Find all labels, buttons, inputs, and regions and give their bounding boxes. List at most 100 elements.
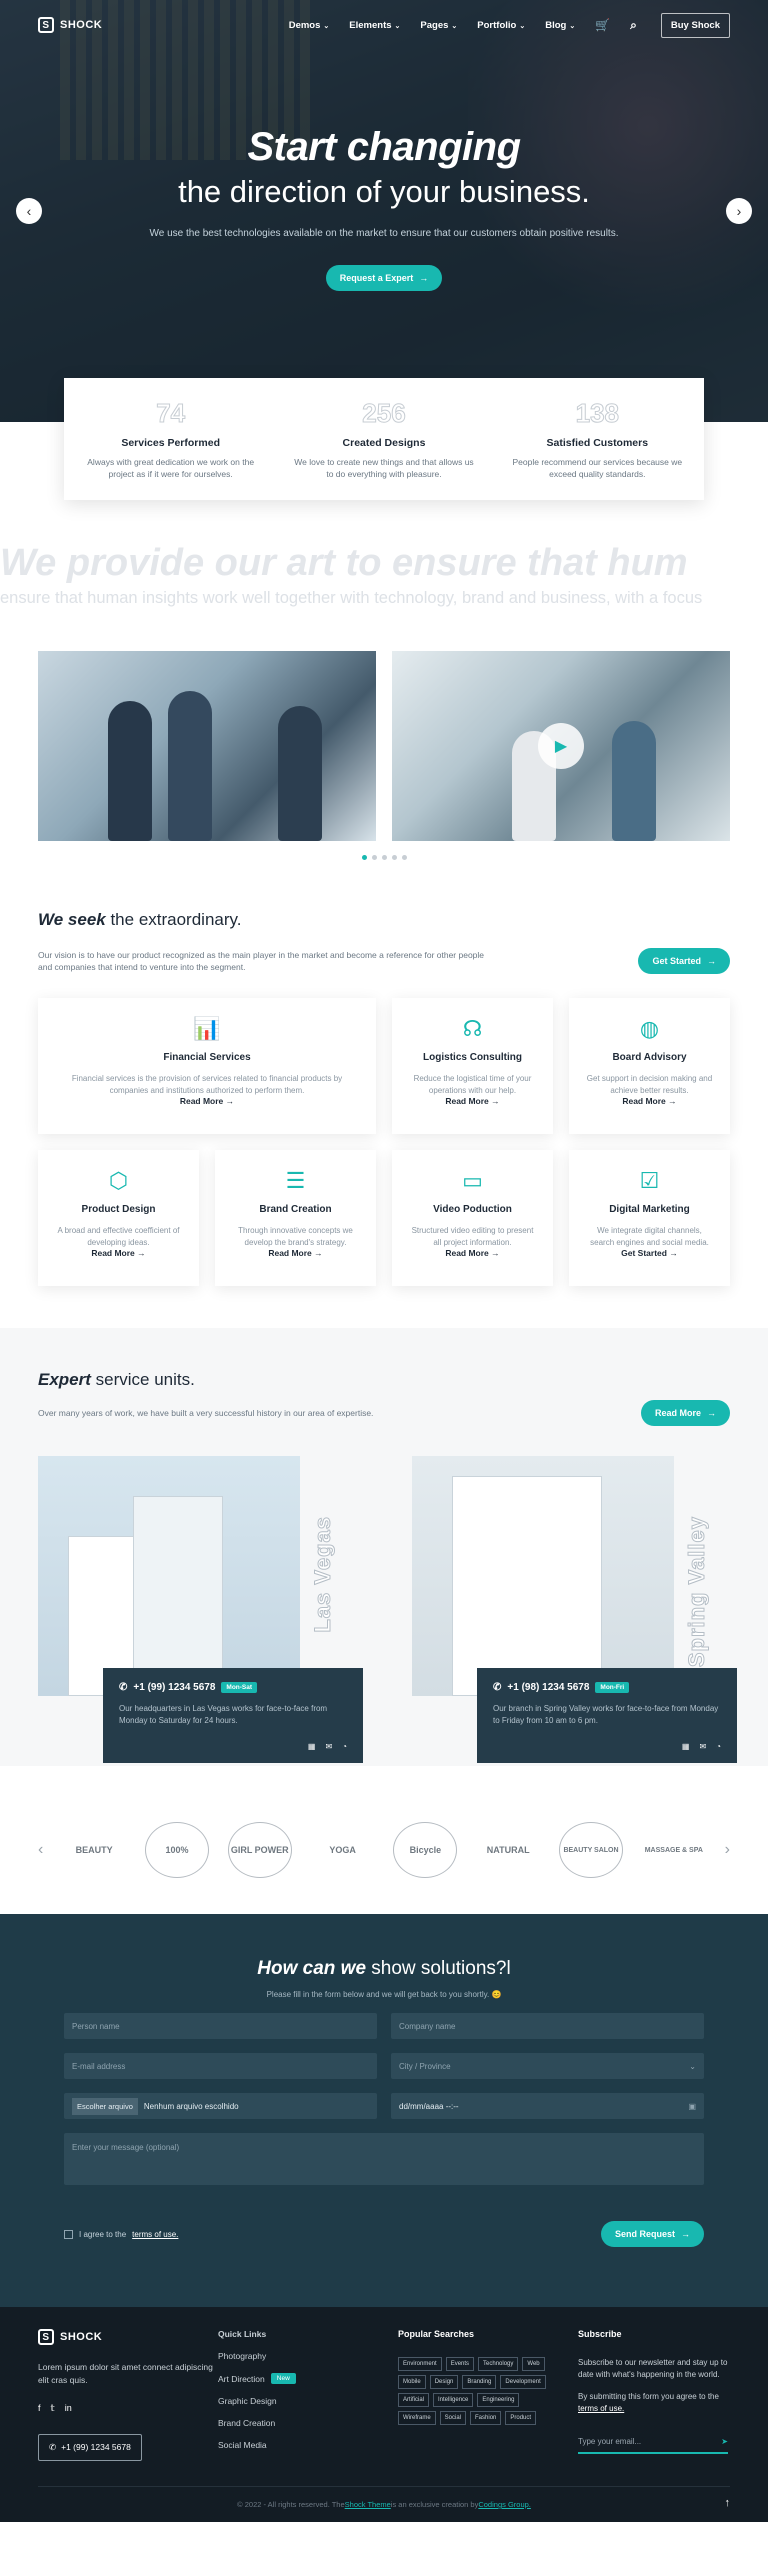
arrow-right-icon: → (419, 273, 429, 283)
email-input[interactable]: E-mail address (64, 2053, 377, 2079)
brand-logo: 100% (144, 1822, 209, 1878)
service-card: ☰ Brand Creation Through innovative conc… (215, 1150, 376, 1286)
office-video-image[interactable]: ▶ (392, 651, 730, 841)
team-meeting-image[interactable] (38, 651, 376, 841)
whatsapp-icon[interactable]: ◔ (716, 1742, 721, 1751)
terms-link[interactable]: terms of use. (132, 2230, 178, 2239)
twitter-icon[interactable]: 𝕥 (51, 2403, 55, 2414)
search-tag[interactable]: Development (500, 2375, 546, 2389)
buy-shock-button[interactable]: Buy Shock (660, 12, 730, 38)
mail-icon[interactable]: ✉ (699, 1742, 706, 1751)
mail-icon[interactable]: ✉ (325, 1742, 332, 1751)
search-tag[interactable]: Fashion (470, 2411, 502, 2425)
message-textarea[interactable]: Enter your message (optional) (64, 2133, 704, 2185)
search-tag[interactable]: Product (505, 2411, 537, 2425)
search-tag[interactable]: Web (522, 2357, 545, 2371)
search-tag[interactable]: Branding (462, 2375, 497, 2389)
chevron-right-icon[interactable]: › (725, 1841, 730, 1859)
search-tag[interactable]: Environment (398, 2357, 442, 2371)
cart-icon[interactable]: 🛒 (595, 18, 610, 32)
stat-item: 138 Satisfied Customers People recommend… (512, 398, 683, 479)
search-tag[interactable]: Mobile (398, 2375, 426, 2389)
nav-pages[interactable]: Pages ⌄ (420, 20, 457, 31)
map-icon[interactable]: ▦ (308, 1742, 316, 1751)
search-tag[interactable]: Technology (478, 2357, 519, 2371)
footer-link[interactable]: Brand Creation (218, 2418, 398, 2428)
search-tag[interactable]: Social (439, 2411, 467, 2425)
get-started-button[interactable]: Get Started → (638, 948, 730, 974)
search-tag[interactable]: Artificial (398, 2393, 430, 2407)
phone-link[interactable]: +1 (99) 1234 5678 (133, 1682, 215, 1693)
nav-portfolio[interactable]: Portfolio ⌄ (477, 20, 525, 31)
search-tag[interactable]: Wireframe (398, 2411, 436, 2425)
chevron-left-icon[interactable]: ‹ (16, 198, 42, 224)
carousel-dot[interactable] (361, 855, 367, 860)
logo-icon: S (38, 2329, 54, 2345)
phone-link[interactable]: +1 (98) 1234 5678 (507, 1682, 589, 1693)
footer-link[interactable]: Photography (218, 2351, 398, 2361)
building-image (38, 1456, 300, 1696)
terms-checkbox[interactable]: I agree to the terms of use. (64, 2229, 178, 2239)
footer-phone-button[interactable]: ✆ +1 (99) 1234 5678 (38, 2433, 142, 2461)
footer-link[interactable]: Graphic Design (218, 2396, 398, 2406)
read-more-link[interactable]: Read More → (91, 1248, 145, 1258)
send-icon[interactable]: ➤ (721, 2437, 728, 2446)
facebook-icon[interactable]: f (38, 2403, 41, 2414)
carousel-dot[interactable] (381, 855, 387, 860)
city-label: Las Vegas (310, 1516, 336, 1634)
company-name-input[interactable]: Company name (391, 2013, 704, 2039)
services-section: We seek the extraordinary. Our vision is… (0, 910, 768, 1286)
search-tag[interactable]: Design (429, 2375, 459, 2389)
play-icon[interactable]: ▶ (538, 723, 584, 769)
footer-popular-searches: Popular Searches Environment Events Tech… (398, 2329, 578, 2462)
chevron-right-icon[interactable]: › (726, 198, 752, 224)
send-request-button[interactable]: Send Request → (600, 2221, 704, 2247)
read-more-link[interactable]: Read More → (445, 1096, 499, 1106)
map-icon[interactable]: ▦ (682, 1742, 690, 1751)
arrow-right-icon: → (707, 956, 716, 966)
service-card: ◍ Board Advisory Get support in decision… (569, 998, 730, 1134)
request-expert-button[interactable]: Request a Expert → (325, 265, 443, 291)
datetime-input[interactable]: dd/mm/aaaa --:-- ▣ (391, 2093, 704, 2119)
author-link[interactable]: Codings Group. (478, 2500, 531, 2509)
read-more-link[interactable]: Read More → (180, 1096, 234, 1106)
read-more-link[interactable]: Read More → (445, 1248, 499, 1258)
stat-item: 256 Created Designs We love to create ne… (294, 398, 474, 479)
nav-demos[interactable]: Demos ⌄ (289, 20, 330, 31)
whatsapp-icon[interactable]: ◔ (342, 1742, 347, 1751)
arrow-up-icon[interactable]: ↑ (725, 2497, 731, 2509)
theme-link[interactable]: Shock Theme (345, 2500, 391, 2509)
search-tag[interactable]: Intelligence (433, 2393, 474, 2407)
search-icon[interactable]: ⌕ (630, 18, 637, 33)
service-card: ☊ Logistics Consulting Reduce the logist… (392, 998, 553, 1134)
carousel-dot[interactable] (401, 855, 407, 860)
read-more-button[interactable]: Read More → (640, 1400, 730, 1426)
read-more-link[interactable]: Read More → (622, 1096, 676, 1106)
linkedin-icon[interactable]: in (65, 2403, 72, 2414)
footer-link[interactable]: Social Media (218, 2440, 398, 2450)
search-tag[interactable]: Engineering (477, 2393, 520, 2407)
service-card: ☑ Digital Marketing We integrate digital… (569, 1150, 730, 1286)
carousel-dot[interactable] (391, 855, 397, 860)
city-select[interactable]: City / Province ⌄ (391, 2053, 704, 2079)
terms-link[interactable]: terms of use. (578, 2404, 624, 2413)
footer-quick-links: Quick Links Photography Art Direction New… (218, 2329, 398, 2462)
chevron-down-icon: ⌄ (394, 22, 401, 30)
nav-blog[interactable]: Blog ⌄ (545, 20, 575, 31)
search-tag[interactable]: Events (445, 2357, 475, 2371)
file-upload-input[interactable]: Escolher arquivo Nenhum arquivo escolhido (64, 2093, 377, 2119)
main-menu: Demos ⌄ Elements ⌄ Pages ⌄ Portfolio ⌄ Blog ⌄… (289, 12, 730, 38)
carousel-dot[interactable] (371, 855, 377, 860)
brand-logo: GIRL POWER (227, 1822, 292, 1878)
chevron-left-icon[interactable]: ‹ (38, 1841, 43, 1859)
footer-logo[interactable]: S SHOCK (38, 2329, 218, 2345)
person-name-input[interactable]: Person name (64, 2013, 377, 2039)
section-title: Expert service units. (38, 1370, 195, 1389)
choose-file-button[interactable]: Escolher arquivo (72, 2097, 138, 2115)
nav-elements[interactable]: Elements ⌄ (349, 20, 400, 31)
get-started-link[interactable]: Get Started → (621, 1248, 678, 1258)
logo[interactable]: S SHOCK (38, 17, 102, 33)
newsletter-email-input[interactable]: Type your email... ➤ (578, 2431, 728, 2454)
read-more-link[interactable]: Read More → (268, 1248, 322, 1258)
footer-link[interactable]: Art Direction New (218, 2373, 398, 2384)
